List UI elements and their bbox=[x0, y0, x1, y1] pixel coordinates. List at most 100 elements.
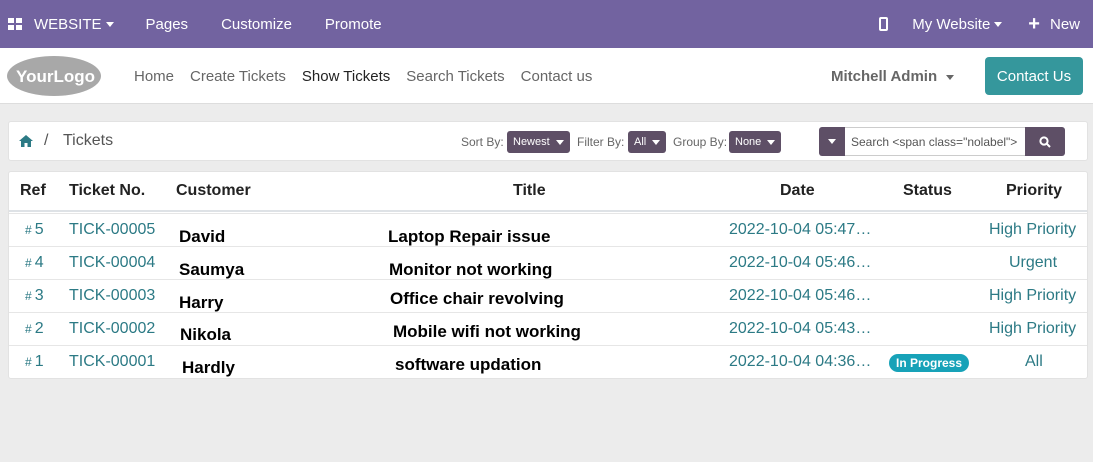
customize-label: Customize bbox=[221, 15, 292, 33]
breadcrumb-current: Tickets bbox=[63, 132, 114, 149]
apps-grid-icon bbox=[8, 18, 22, 30]
col-status: Status bbox=[903, 182, 952, 199]
nav-show-tickets[interactable]: Show Tickets bbox=[302, 68, 390, 85]
ticket-title: software updation bbox=[395, 355, 542, 374]
ticket-title: Mobile wifi not working bbox=[393, 322, 581, 341]
tickets-table: Ref Ticket No. Customer Title Date Statu… bbox=[8, 171, 1088, 379]
ref-hash: # bbox=[25, 355, 32, 369]
table-row[interactable]: #1 TICK-00001 Hardly software updation 2… bbox=[9, 345, 1087, 378]
status-badge: In Progress bbox=[889, 354, 970, 372]
website-menu[interactable]: WEBSITE bbox=[0, 0, 114, 48]
nav-search-tickets[interactable]: Search Tickets bbox=[406, 68, 504, 85]
ticket-priority: All bbox=[1025, 353, 1043, 370]
col-ref: Ref bbox=[20, 182, 46, 199]
ref-cell[interactable]: #4 bbox=[25, 254, 44, 272]
ref-number: 2 bbox=[34, 320, 44, 337]
ticket-number[interactable]: TICK-00005 bbox=[69, 221, 155, 239]
col-date: Date bbox=[780, 182, 815, 199]
new-label: New bbox=[1049, 15, 1080, 33]
search-icon bbox=[1039, 135, 1051, 148]
col-priority: Priority bbox=[1006, 182, 1063, 199]
col-title: Title bbox=[513, 182, 546, 199]
nav-contact-us[interactable]: Contact us bbox=[521, 68, 593, 85]
chevron-down-icon bbox=[946, 74, 955, 80]
ref-hash: # bbox=[25, 223, 32, 237]
group-by-value: None bbox=[735, 136, 762, 148]
table-row[interactable]: #4 TICK-00004 Saumya Monitor not working… bbox=[9, 246, 1087, 279]
customize-menu[interactable]: Customize bbox=[221, 0, 292, 48]
ticket-number[interactable]: TICK-00002 bbox=[69, 320, 155, 338]
table-header: Ref Ticket No. Customer Title Date Statu… bbox=[9, 172, 1087, 212]
col-ticket-no: Ticket No. bbox=[69, 182, 146, 199]
filter-by-label: Filter By: bbox=[577, 135, 625, 149]
filter-by-dropdown[interactable]: All bbox=[628, 131, 667, 153]
group-by-dropdown[interactable]: None bbox=[729, 131, 782, 153]
logo-text: YourLogo bbox=[16, 67, 95, 86]
pages-label: Pages bbox=[145, 15, 189, 33]
ticket-number[interactable]: TICK-00003 bbox=[69, 287, 155, 305]
ref-cell[interactable]: #1 bbox=[25, 353, 44, 371]
breadcrumb-bar: / Tickets Sort By: Newest Filter By: All… bbox=[8, 121, 1088, 161]
contact-us-button[interactable]: Contact Us bbox=[985, 57, 1083, 95]
promote-menu[interactable]: Promote bbox=[325, 0, 382, 48]
filter-by-value: All bbox=[634, 136, 647, 148]
ticket-title: Office chair revolving bbox=[390, 289, 564, 308]
search-button[interactable] bbox=[1025, 127, 1065, 156]
ticket-title: Monitor not working bbox=[389, 260, 553, 279]
ref-number: 3 bbox=[34, 287, 44, 304]
home-icon[interactable] bbox=[19, 135, 33, 147]
my-website-menu[interactable]: My Website bbox=[912, 0, 1003, 48]
nav-home[interactable]: Home bbox=[134, 68, 174, 85]
ticket-date: 2022-10-04 05:46… bbox=[729, 287, 872, 304]
ref-cell[interactable]: #2 bbox=[25, 320, 44, 338]
customer-name: Harry bbox=[179, 293, 224, 312]
ref-hash: # bbox=[25, 289, 32, 303]
mobile-preview-icon[interactable] bbox=[879, 17, 889, 31]
customer-name: Nikola bbox=[180, 325, 232, 344]
chevron-down-icon bbox=[767, 139, 776, 145]
table-row[interactable]: #2 TICK-00002 Nikola Mobile wifi not wor… bbox=[9, 312, 1087, 345]
customer-name: Saumya bbox=[179, 260, 245, 279]
ticket-priority: Urgent bbox=[1009, 254, 1058, 271]
ref-number: 4 bbox=[34, 254, 44, 271]
col-customer: Customer bbox=[176, 182, 251, 199]
chevron-down-icon bbox=[555, 139, 564, 145]
new-content-button[interactable]: + New bbox=[1028, 0, 1080, 48]
ref-hash: # bbox=[25, 256, 32, 270]
sort-by-dropdown[interactable]: Newest bbox=[507, 131, 570, 153]
ticket-number[interactable]: TICK-00004 bbox=[69, 254, 155, 272]
website-admin-bar: WEBSITE Pages Customize Promote My Websi… bbox=[0, 0, 1093, 48]
nav-create-tickets[interactable]: Create Tickets bbox=[190, 68, 286, 85]
sort-by-label: Sort By: bbox=[461, 135, 504, 149]
ref-cell[interactable]: #3 bbox=[25, 287, 44, 305]
chevron-down-icon bbox=[828, 139, 836, 144]
ticket-number[interactable]: TICK-00001 bbox=[69, 353, 155, 371]
website-menu-label: WEBSITE bbox=[34, 15, 102, 33]
chevron-down-icon bbox=[652, 139, 661, 145]
user-name: Mitchell Admin bbox=[831, 68, 938, 85]
ticket-priority: High Priority bbox=[989, 221, 1077, 238]
site-header: YourLogo Home Create Tickets Show Ticket… bbox=[0, 48, 1093, 104]
plus-icon: + bbox=[1028, 13, 1040, 35]
search-input[interactable]: Search <span class="nolabel"> bbox=[845, 127, 1025, 156]
ref-cell[interactable]: #5 bbox=[25, 221, 44, 239]
table-row[interactable]: #5 TICK-00005 David Laptop Repair issue … bbox=[9, 213, 1087, 246]
ticket-date: 2022-10-04 05:47… bbox=[729, 221, 872, 238]
ticket-priority: High Priority bbox=[989, 320, 1077, 337]
search-options-dropdown[interactable] bbox=[819, 127, 845, 156]
sort-by-value: Newest bbox=[513, 136, 550, 148]
chevron-down-icon bbox=[105, 21, 114, 27]
main-nav: Home Create Tickets Show Tickets Search … bbox=[134, 48, 608, 104]
ticket-date: 2022-10-04 05:43… bbox=[729, 320, 872, 337]
user-menu[interactable]: Mitchell Admin bbox=[831, 68, 955, 85]
customer-name: David bbox=[179, 227, 226, 246]
promote-label: Promote bbox=[324, 15, 382, 33]
ref-hash: # bbox=[25, 322, 32, 336]
pages-menu[interactable]: Pages bbox=[146, 0, 189, 48]
ticket-date: 2022-10-04 04:36… bbox=[729, 353, 872, 370]
table-row[interactable]: #3 TICK-00003 Harry Office chair revolvi… bbox=[9, 279, 1087, 312]
group-by-label: Group By: bbox=[673, 135, 728, 149]
chevron-down-icon bbox=[994, 21, 1003, 27]
company-logo[interactable]: YourLogo bbox=[6, 55, 103, 97]
breadcrumb-separator: / bbox=[44, 132, 49, 149]
